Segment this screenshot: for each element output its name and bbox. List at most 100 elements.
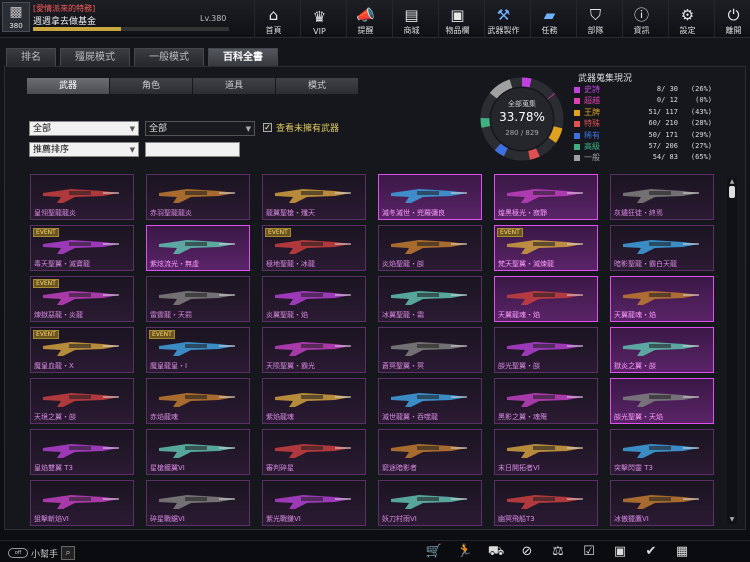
nav-info[interactable]: ⓘ 資訊 — [622, 0, 660, 38]
weapon-card[interactable]: 黑影之翼・魂殤 — [494, 378, 598, 424]
collection-label: 全部蒐集 — [508, 100, 536, 108]
nav-home[interactable]: ⌂ 首頁 — [254, 0, 292, 38]
weapon-card[interactable]: 皇翎聖龍龍炎 — [30, 174, 134, 220]
scroll-thumb[interactable] — [729, 186, 735, 198]
category-select[interactable]: 全部 ▼ — [29, 121, 139, 136]
weapon-card[interactable]: 赤羽聖龍龍炎 — [146, 174, 250, 220]
weapon-card[interactable]: EVENT 極地聖龍・冰龍 — [262, 225, 366, 271]
player-avatar-icon: ▩ — [9, 4, 23, 20]
nav-gear[interactable]: ⚙ 設定 — [668, 0, 706, 38]
weapon-card[interactable]: 狙擊斬焰VI — [30, 480, 134, 526]
nav-ticket[interactable]: ▰ 任務 — [530, 0, 568, 38]
tab-0[interactable]: 排名 — [6, 48, 56, 66]
weapon-card[interactable]: 雷霆龍・天罰 — [146, 276, 250, 322]
avatar[interactable]: ▩ 380 — [2, 2, 30, 32]
rarity-count: 8/ 30 — [656, 85, 678, 93]
weapon-card[interactable]: 炎翼聖龍・焰 — [262, 276, 366, 322]
weapon-card[interactable]: EVENT 梵天聖翼・滅煉龍 — [494, 225, 598, 271]
weapon-card[interactable]: 皇焰雙翼 T3 — [30, 429, 134, 475]
nav-power[interactable]: ⏻ 離開 — [714, 0, 750, 38]
weapon-card[interactable]: 獄炎之翼・燄 — [610, 327, 714, 373]
weapon-card[interactable]: 突擊閃靈 T3 — [610, 429, 714, 475]
tab-1[interactable]: 殭屍模式 — [60, 48, 130, 66]
weapon-card[interactable]: 天翼龍魂・焰 — [494, 276, 598, 322]
balance-icon[interactable]: ⚖ — [548, 543, 568, 561]
main-nav: ⌂ 首頁 ♛ VIP 📣 提醒 ▤ 商城 ▣ 物品欄 ⚒ 武器製作 ▰ 任務 ⛉ 部隊 ⓘ 資訊 ⚙ 設定 ⏻ 離開 — [254, 0, 750, 38]
runner-icon[interactable]: 🏃 — [455, 543, 475, 561]
nav-shield[interactable]: ⛉ 部隊 — [576, 0, 614, 38]
weapon-name: 狙擊斬焰VI — [34, 515, 69, 523]
weapon-card[interactable]: 紫光戰鎌VI — [262, 480, 366, 526]
weapon-card[interactable]: 冰翼聖龍・霜 — [378, 276, 482, 322]
weapon-name: 獄炎之翼・燄 — [614, 362, 656, 370]
weapon-card[interactable]: 滅冬滅世・兜羅彌良 — [378, 174, 482, 220]
weapon-card[interactable]: 滅世龍翼・吞噬龍 — [378, 378, 482, 424]
subtab-3[interactable]: 模式 — [276, 78, 358, 94]
weapon-image — [623, 495, 699, 509]
search-input[interactable] — [145, 142, 240, 157]
subtab-0[interactable]: 武器 — [27, 78, 109, 94]
weapon-card[interactable]: 煌黑極光・寂靜 — [494, 174, 598, 220]
weapon-card[interactable]: 幽冥飛船T3 — [494, 480, 598, 526]
exp-bar — [33, 27, 229, 31]
frame-icon[interactable]: ▣ — [610, 543, 630, 561]
scroll-down-icon[interactable]: ▼ — [727, 516, 737, 524]
tab-3[interactable]: 百科全書 — [208, 48, 278, 66]
sort-select[interactable]: 推薦排序 ▼ — [29, 142, 139, 157]
rarity-percent: (29%) — [690, 130, 712, 139]
weapon-card[interactable]: 蒼冥聖翼・冥 — [378, 327, 482, 373]
nav-shop[interactable]: ▤ 商城 — [392, 0, 430, 38]
shop-cart-icon[interactable]: 🛒 — [424, 543, 444, 561]
weapon-card[interactable]: 天陨聖翼・霸光 — [262, 327, 366, 373]
helper-switch[interactable]: off — [8, 548, 28, 558]
film-icon[interactable]: ▦ — [672, 543, 692, 561]
weapon-name: 魔皇血龍・Ⅹ — [34, 362, 74, 370]
stat-row: 稀有 50/ 171 (29%) — [574, 130, 714, 141]
weapon-card[interactable]: 暗影聖龍・霸白天龍 — [610, 225, 714, 271]
scroll-up-icon[interactable]: ▲ — [727, 178, 737, 186]
weapon-card[interactable]: 赤焰龍魂 — [146, 378, 250, 424]
nav-crown[interactable]: ♛ VIP — [300, 0, 338, 38]
weapon-card[interactable]: 紫炫流光・無虛 — [146, 225, 250, 271]
rarity-name: 特殊 — [584, 119, 600, 129]
nav-bag[interactable]: ▣ 物品欄 — [438, 0, 476, 38]
nav-megaphone[interactable]: 📣 提醒 — [346, 0, 384, 38]
subtab-2[interactable]: 道具 — [193, 78, 275, 94]
weapon-card[interactable]: 碎星戰鋸VI — [146, 480, 250, 526]
weapon-card[interactable]: 審判碎星 — [262, 429, 366, 475]
search-icon[interactable]: ⌕ — [61, 546, 76, 560]
weapon-card[interactable]: 星槍鍍翼VI — [146, 429, 250, 475]
nav-label: 資訊 — [633, 26, 650, 35]
scrollbar[interactable]: ▲ ▼ — [727, 178, 737, 524]
weapon-card[interactable]: 末日開拓者VI — [494, 429, 598, 475]
weapon-name: 炎焰聖龍・燄 — [382, 260, 424, 268]
weapon-card[interactable]: 龍翼聖槍・殲天 — [262, 174, 366, 220]
weapon-card[interactable]: EVENT 魔皇血龍・Ⅹ — [30, 327, 134, 373]
weapon-name: 梵天聖翼・滅煉龍 — [498, 260, 554, 268]
subcategory-select[interactable]: 全部 ▼ — [145, 121, 255, 136]
cart-icon[interactable]: ⛟ — [486, 543, 506, 561]
weapon-card[interactable]: 紫焰龍魂 — [262, 378, 366, 424]
weapon-card[interactable]: 天翼龍魂・焰 — [610, 276, 714, 322]
weapon-card[interactable]: EVENT 魔皇龍皇・Ⅰ — [146, 327, 250, 373]
tab-2[interactable]: 一般模式 — [134, 48, 204, 66]
weapon-card[interactable]: 冰傲獵鷹VI — [610, 480, 714, 526]
weapon-card[interactable]: 妖刀村雨VI — [378, 480, 482, 526]
subtab-1[interactable]: 角色 — [110, 78, 192, 94]
event-badge: EVENT — [149, 330, 175, 339]
checklist-icon[interactable]: ☑ — [579, 543, 599, 561]
weapon-card[interactable]: 炎焰聖龍・燄 — [378, 225, 482, 271]
weapon-card[interactable]: 灰燼狂徒・終焉 — [610, 174, 714, 220]
weapon-card[interactable]: 天境之翼・燄 — [30, 378, 134, 424]
weapon-image — [159, 291, 235, 305]
weapon-card[interactable]: EVENT 毒天聖翼・滅寶龍 — [30, 225, 134, 271]
calendar-check-icon[interactable]: ✔ — [641, 543, 661, 561]
compass-icon[interactable]: ⊘ — [517, 543, 537, 561]
helper-toggle[interactable]: off 小幫手 ⌕ — [8, 546, 76, 560]
nav-craft[interactable]: ⚒ 武器製作 — [484, 0, 522, 38]
weapon-card[interactable]: 燄光聖翼・燄 — [494, 327, 598, 373]
weapon-card[interactable]: 窮途暗影者 — [378, 429, 482, 475]
weapon-card[interactable]: 燄光聖翼・天焰 — [610, 378, 714, 424]
unowned-weapons-checkbox[interactable]: ✓ 查看未擁有武器 — [263, 121, 339, 134]
weapon-card[interactable]: EVENT 煉獄惡龍・炎龍 — [30, 276, 134, 322]
